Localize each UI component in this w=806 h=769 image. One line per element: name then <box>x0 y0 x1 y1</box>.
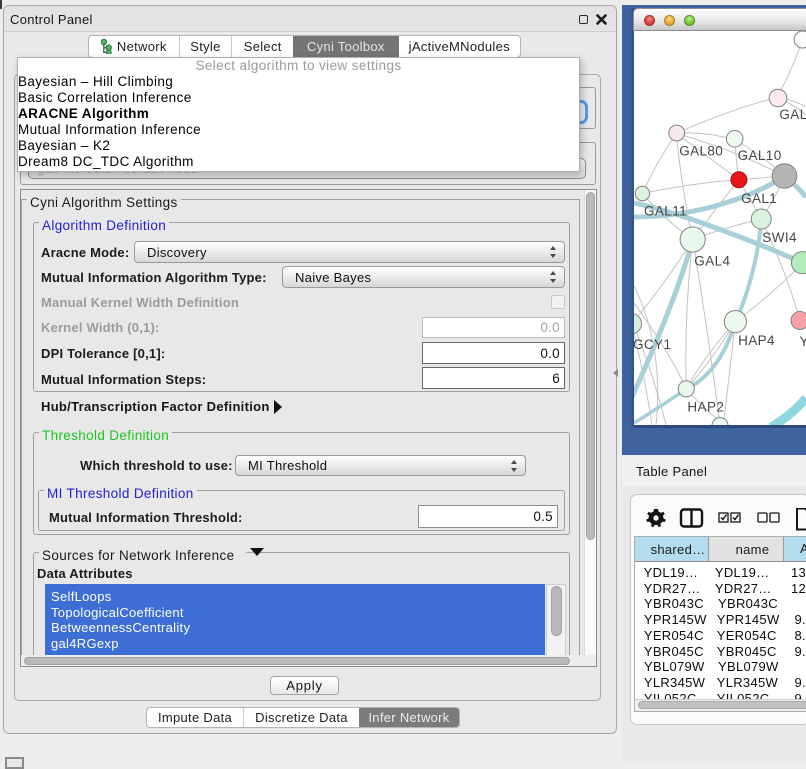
svg-text:GCY1: GCY1 <box>634 337 671 352</box>
svg-text:GAL: GAL <box>779 107 806 122</box>
svg-text:HAP4: HAP4 <box>738 333 775 348</box>
svg-text:Y: Y <box>800 334 806 349</box>
svg-text:GAL11: GAL11 <box>644 204 687 219</box>
svg-text:SWI4: SWI4 <box>762 230 797 245</box>
svg-text:GAL1: GAL1 <box>741 191 777 206</box>
svg-text:GAL10: GAL10 <box>738 148 782 163</box>
svg-text:HAP2: HAP2 <box>687 400 724 415</box>
svg-text:GAL4: GAL4 <box>694 254 730 269</box>
svg-text:GAL80: GAL80 <box>679 144 723 159</box>
